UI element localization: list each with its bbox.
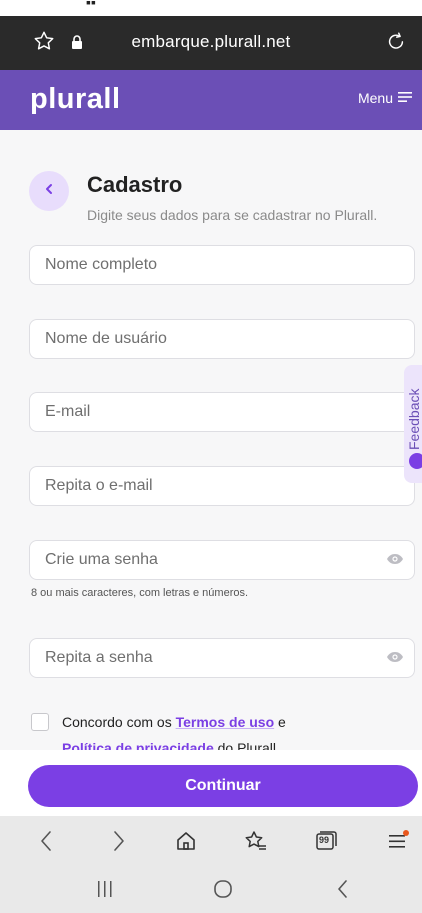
status-fragment: ▪▪ xyxy=(86,0,96,10)
reload-icon[interactable] xyxy=(385,30,407,57)
tabs-icon[interactable]: 99 xyxy=(313,828,339,854)
app-header: plurall Menu xyxy=(0,70,422,130)
password-repeat-field[interactable] xyxy=(29,638,415,678)
privacy-policy-link[interactable]: Política de privacidade xyxy=(62,740,214,750)
username-field[interactable] xyxy=(29,319,415,359)
bookmarks-icon[interactable] xyxy=(243,828,269,854)
menu-icon[interactable] xyxy=(385,828,411,854)
back-icon[interactable] xyxy=(330,878,356,900)
page-subtitle: Digite seus dados para se cadastrar no P… xyxy=(87,207,378,223)
action-bar: Continuar xyxy=(0,750,422,816)
menu-button[interactable]: Menu xyxy=(358,90,412,106)
recents-icon[interactable] xyxy=(92,878,118,900)
system-navigation xyxy=(0,865,422,913)
email-input[interactable] xyxy=(30,393,375,431)
email-repeat-field[interactable] xyxy=(29,466,415,506)
browser-address-bar: embarque.plurall.net xyxy=(0,16,422,70)
home-circle-icon[interactable] xyxy=(210,878,236,900)
status-bar: ▪▪ xyxy=(0,0,422,16)
feedback-label: Feedback xyxy=(406,388,422,450)
terms-prefix: Concordo com os xyxy=(62,714,176,730)
password-input[interactable] xyxy=(30,541,375,579)
feedback-smiley-icon xyxy=(409,453,422,469)
browser-toolbar: 99 xyxy=(0,816,422,865)
password-field[interactable] xyxy=(29,540,415,580)
email-field[interactable] xyxy=(29,392,415,432)
terms-text-line2: Política de privacidade do Plurall. xyxy=(62,740,280,750)
signup-content: Cadastro Digite seus dados para se cadas… xyxy=(0,130,422,750)
page-title: Cadastro xyxy=(87,172,183,197)
home-icon[interactable] xyxy=(173,828,199,854)
email-repeat-input[interactable] xyxy=(30,467,375,505)
full-name-field[interactable] xyxy=(29,245,415,285)
forward-arrow-icon[interactable] xyxy=(106,828,132,854)
terms-middle: e xyxy=(274,714,286,730)
terms-text: Concordo com os Termos de uso e xyxy=(62,714,286,730)
username-input[interactable] xyxy=(30,320,375,358)
full-name-input[interactable] xyxy=(30,246,375,284)
url-text[interactable]: embarque.plurall.net xyxy=(0,32,422,52)
terms-of-use-link[interactable]: Termos de uso xyxy=(176,714,275,730)
back-button[interactable] xyxy=(29,171,69,211)
hamburger-icon xyxy=(398,90,412,106)
terms-checkbox[interactable] xyxy=(31,713,49,731)
plurall-logo[interactable]: plurall xyxy=(30,83,121,116)
eye-icon[interactable] xyxy=(386,650,404,669)
password-hint: 8 ou mais caracteres, com letras e númer… xyxy=(31,587,249,599)
feedback-tab[interactable]: Feedback xyxy=(404,365,422,483)
menu-label: Menu xyxy=(357,90,393,106)
continue-button[interactable]: Continuar xyxy=(28,765,418,807)
eye-icon[interactable] xyxy=(386,552,404,571)
password-repeat-input[interactable] xyxy=(30,639,375,677)
back-arrow-icon[interactable] xyxy=(33,828,59,854)
tabs-count: 99 xyxy=(319,835,330,845)
chevron-left-icon xyxy=(43,182,55,201)
terms-suffix: do Plurall. xyxy=(213,740,280,750)
